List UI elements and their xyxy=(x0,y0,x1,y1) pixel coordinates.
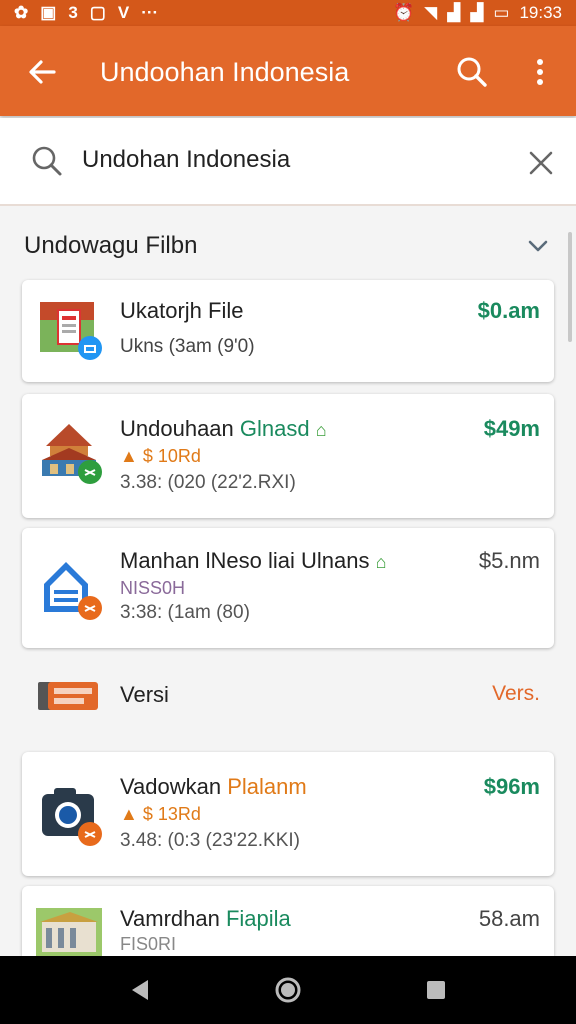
item-name: Manhan lNeso liai Ulnans ⌂ xyxy=(120,548,387,573)
search-bar xyxy=(0,118,576,206)
back-arrow-icon[interactable] xyxy=(24,54,60,90)
item-price: $96m xyxy=(483,774,540,799)
building-thumbnail-icon xyxy=(36,908,102,956)
nav-recents-icon[interactable] xyxy=(422,976,450,1004)
tag-icon: ▲ xyxy=(120,446,138,466)
section-header[interactable]: Undowagu Filbn xyxy=(0,222,576,268)
nav-back-icon[interactable] xyxy=(126,976,154,1004)
number-icon: 3 xyxy=(68,3,78,22)
item-name-accent: Plalanm xyxy=(227,774,307,799)
version-row[interactable]: Versi Vers. xyxy=(0,664,576,728)
scrollbar[interactable] xyxy=(568,232,572,342)
status-right-icons: ⏰ ◥ ▟ ▟ ▭ 19:33 xyxy=(393,3,562,23)
item-price: 58.am xyxy=(478,906,540,931)
version-icon xyxy=(38,682,98,710)
battery-icon: ▭ xyxy=(493,3,510,22)
item-price: $5.nm xyxy=(478,548,540,573)
item-name: Ukatorjh File xyxy=(120,298,244,323)
chevron-down-icon[interactable] xyxy=(524,234,552,258)
item-subtitle: FIS0RI xyxy=(120,934,177,954)
home-icon: ⌂ xyxy=(315,420,327,440)
app-bar: Undoohan Indonesia xyxy=(0,26,576,116)
temple-thumbnail-icon xyxy=(42,424,102,484)
system-nav-bar xyxy=(0,956,576,1024)
item-name-accent: Glnasd xyxy=(239,416,310,441)
item-subtitle: ▲ $ 10Rd xyxy=(120,446,201,466)
status-bar: ✿ ▣ 3 ▢ V ··· ⏰ ◥ ▟ ▟ ▭ 19:33 xyxy=(0,0,576,26)
close-icon[interactable] xyxy=(524,146,558,180)
version-link[interactable]: Vers. xyxy=(492,682,540,706)
item-subtitle: NISS0H xyxy=(120,578,186,598)
section-title: Undowagu Filbn xyxy=(24,232,198,259)
item-price: $49m xyxy=(483,416,540,441)
search-input[interactable] xyxy=(82,140,502,180)
alarm-icon: ⏰ xyxy=(392,3,415,22)
list-item[interactable]: Vamrdhan Fiapila FIS0RI 58.am xyxy=(22,886,554,956)
home-icon: ⌂ xyxy=(375,552,387,572)
tag-icon: ▲ xyxy=(120,804,138,824)
item-meta: 3.48: (0:3 (23'22.KKI) xyxy=(120,830,301,851)
version-label: Versi xyxy=(120,682,169,707)
item-price: $0.am xyxy=(477,298,540,323)
list-item[interactable]: Manhan lNeso liai Ulnans ⌂ NISS0H 3:38: … xyxy=(22,528,554,648)
item-name: Undouhaan Glnasd ⌂ xyxy=(120,416,327,441)
camera-icon: ▣ xyxy=(40,3,57,22)
wifi-icon: ◥ xyxy=(424,3,438,22)
square-icon: ▢ xyxy=(89,3,106,22)
v-icon: V xyxy=(117,3,130,22)
item-meta: 3:38: (1am (80) xyxy=(120,602,250,623)
item-subtitle: ▲ $ 13Rd xyxy=(120,804,201,824)
item-name: Vamrdhan Fiapila xyxy=(120,906,291,931)
item-meta: 3.38: (020 (22'2.RXI) xyxy=(120,472,296,493)
signal-icon: ▟ xyxy=(447,3,461,22)
status-left-icons: ✿ ▣ 3 ▢ V ··· xyxy=(14,3,158,23)
more-vert-icon[interactable] xyxy=(526,54,554,90)
nav-home-icon[interactable] xyxy=(274,976,302,1004)
search-icon[interactable] xyxy=(454,54,490,90)
item-name: Vadowkan Plalanm xyxy=(120,774,307,799)
status-time: 19:33 xyxy=(519,3,562,22)
home-screen-thumbnail-icon xyxy=(44,562,102,620)
more-dots-icon: ··· xyxy=(141,3,159,22)
list-item[interactable]: Ukatorjh File Ukns (3am (9'0) $0.am xyxy=(22,280,554,382)
search-icon xyxy=(32,146,62,176)
item-meta: Ukns (3am (9'0) xyxy=(120,336,255,357)
item-name-accent: Fiapila xyxy=(225,906,291,931)
file-thumbnail-icon xyxy=(40,302,102,360)
list-item[interactable]: Undouhaan Glnasd ⌂ ▲ $ 10Rd 3.38: (020 (… xyxy=(22,394,554,518)
camera-thumbnail-icon xyxy=(42,788,102,846)
list-item[interactable]: Vadowkan Plalanm ▲ $ 13Rd 3.48: (0:3 (23… xyxy=(22,752,554,876)
page-title: Undoohan Indonesia xyxy=(100,57,350,87)
app-icon: ✿ xyxy=(14,3,29,22)
signal-icon: ▟ xyxy=(470,3,484,22)
